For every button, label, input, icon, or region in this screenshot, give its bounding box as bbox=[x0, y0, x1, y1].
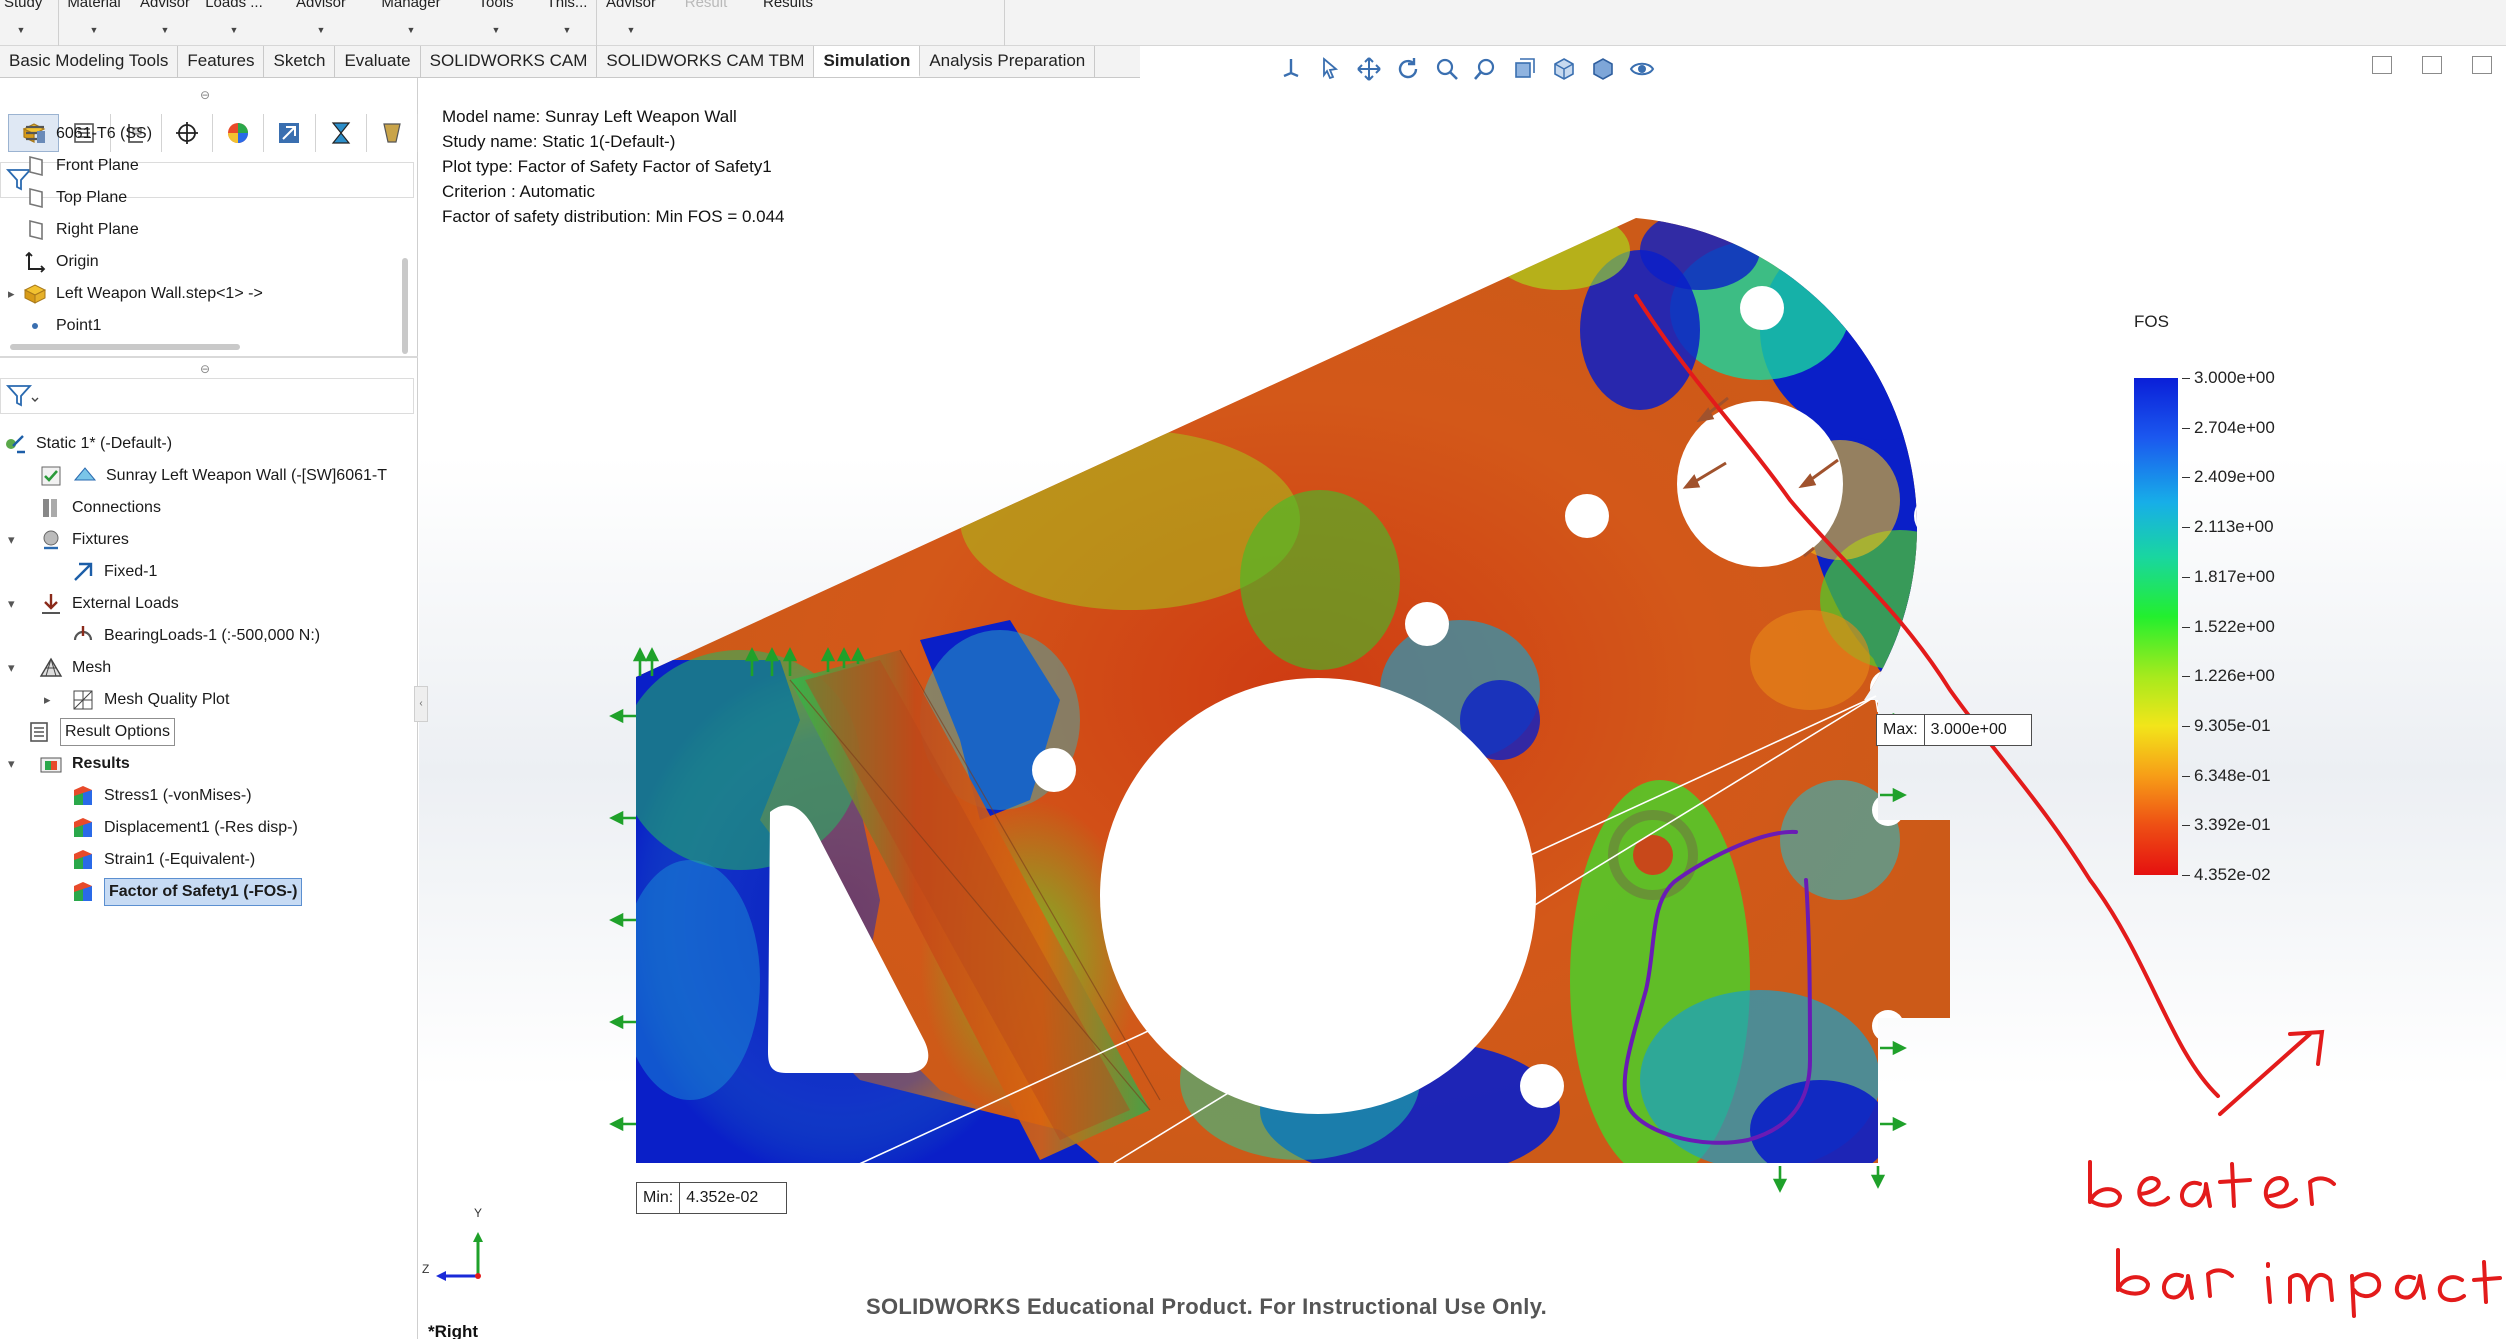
min-probe-tag[interactable]: Min: 4.352e-02 bbox=[636, 1182, 788, 1214]
study-name-text: Study name: Static 1(-Default-) bbox=[442, 132, 676, 151]
legend-tick-label: 2.409e+00 bbox=[2194, 467, 2275, 487]
legend-tick bbox=[2182, 775, 2190, 777]
legend-tick bbox=[2182, 676, 2190, 678]
legend-tick-label: 3.000e+00 bbox=[2194, 368, 2275, 387]
legend-tick bbox=[2182, 527, 2190, 529]
legend-tick-label: 1.226e+00 bbox=[2194, 666, 2275, 686]
legend-tick-label: 3.392e-01 bbox=[2194, 815, 2271, 835]
educational-watermark: SOLIDWORKS Educational Product. For Inst… bbox=[866, 1294, 1548, 1319]
bearing-bore-hole bbox=[1677, 401, 1843, 567]
bolt-hole bbox=[1405, 602, 1449, 646]
legend-tick bbox=[2182, 825, 2190, 827]
legend-tick bbox=[2182, 875, 2190, 876]
legend-tick bbox=[2182, 427, 2190, 429]
annotation-arrow bbox=[2218, 1029, 2325, 1116]
legend-tick bbox=[2182, 477, 2190, 479]
min-probe-key: Min: bbox=[637, 1183, 681, 1213]
legend-tick-label: 1.522e+00 bbox=[2194, 616, 2275, 636]
criterion-text: Criterion : Automatic bbox=[442, 182, 596, 201]
legend-tick-label: 1.817e+00 bbox=[2194, 566, 2275, 586]
legend-tick bbox=[2182, 626, 2190, 628]
max-probe-key: Max: bbox=[1877, 715, 1925, 745]
part-body[interactable] bbox=[620, 180, 2120, 1180]
min-probe-value: 4.352e-02 bbox=[686, 1189, 759, 1206]
legend-tick-label: 6.348e-01 bbox=[2194, 765, 2271, 785]
triad-y-label: Y bbox=[474, 1206, 483, 1220]
bolt-hole bbox=[1032, 748, 1076, 792]
legend-tick bbox=[2182, 576, 2190, 578]
large-bore-hole bbox=[1100, 678, 1536, 1114]
legend-tick-label: 4.352e-02 bbox=[2194, 865, 2271, 884]
legend-tick-label: 9.305e-01 bbox=[2194, 715, 2271, 735]
edge-notch bbox=[1872, 1010, 1904, 1042]
legend-tick-label: 2.113e+00 bbox=[2194, 517, 2274, 537]
legend-tick bbox=[2182, 725, 2190, 727]
annotation-handwriting bbox=[2088, 1160, 2502, 1318]
max-probe-tag[interactable]: Max: 3.000e+00 bbox=[1876, 714, 2032, 746]
legend-tick-label: 2.704e+00 bbox=[2194, 417, 2275, 437]
bolt-hole bbox=[1520, 1064, 1564, 1108]
legend-tick bbox=[2182, 378, 2190, 379]
fos-plot-canvas bbox=[436, 180, 2502, 1318]
coordinate-triad bbox=[436, 1232, 483, 1281]
legend-title: FOS bbox=[2134, 312, 2169, 331]
plot-info-block: Model name: Sunray Left Weapon Wall Stud… bbox=[442, 104, 785, 229]
bolt-hole bbox=[1740, 286, 1784, 330]
max-probe-value: 3.000e+00 bbox=[1930, 721, 2007, 738]
legend-color-bar bbox=[2134, 378, 2178, 875]
view-name-label: *Right bbox=[428, 1322, 479, 1339]
fos-distribution-text: Factor of safety distribution: Min FOS =… bbox=[442, 207, 785, 226]
triad-z-label: Z bbox=[422, 1262, 430, 1276]
model-name-text: Model name: Sunray Left Weapon Wall bbox=[442, 107, 737, 126]
bolt-hole bbox=[1565, 494, 1609, 538]
bolt-hole bbox=[1914, 494, 1950, 538]
plot-type-text: Plot type: Factor of Safety Factor of Sa… bbox=[442, 157, 772, 176]
